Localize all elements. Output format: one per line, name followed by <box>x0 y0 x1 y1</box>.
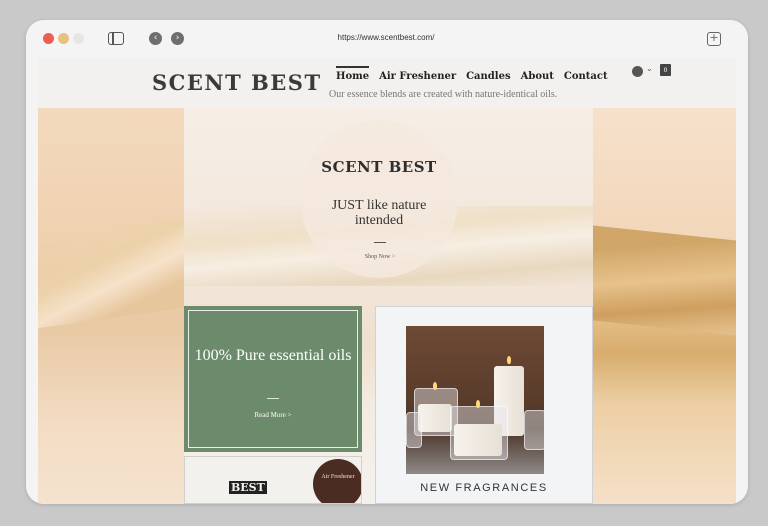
new-tab-icon[interactable]: + <box>707 32 721 46</box>
shop-now-link[interactable]: Shop Now > <box>338 254 422 260</box>
silk-background-left <box>38 108 184 504</box>
hero-divider <box>374 242 386 243</box>
menu-item-about[interactable]: About <box>521 70 554 86</box>
glass-jar <box>406 412 422 448</box>
forward-button[interactable]: › <box>171 32 184 45</box>
cart-icon[interactable]: 0 <box>660 64 671 76</box>
hero-subtitle: JUST like nature intended <box>331 198 427 228</box>
candles-photo <box>406 326 544 474</box>
read-more-link[interactable]: Read More > <box>234 411 312 419</box>
main-menu: Home Air Freshener Candles About Contact <box>336 66 618 86</box>
product-logo: BEST <box>229 481 267 494</box>
card-title: 100% Pure essential oils <box>194 347 352 364</box>
zoom-window-button[interactable] <box>73 33 84 44</box>
site-logo[interactable]: SCENT BEST <box>152 70 322 96</box>
browser-window: ‹ › https://www.scentbest.com/ + SCENT B… <box>26 20 748 504</box>
card-title: NEW FRAGRANCES <box>420 482 548 494</box>
minimize-window-button[interactable] <box>58 33 69 44</box>
candle-flame <box>507 356 511 364</box>
jar-candle <box>454 424 502 456</box>
silk-background-right <box>593 108 736 504</box>
chevron-down-icon[interactable]: ⌄ <box>646 64 653 73</box>
glass-jar <box>524 410 544 450</box>
card-divider <box>267 398 279 399</box>
jar-candle <box>418 404 452 432</box>
air-freshener-card[interactable]: BEST Air Freshener <box>184 456 362 504</box>
badge-label: Air Freshener <box>321 474 355 480</box>
new-fragrances-card[interactable]: NEW FRAGRANCES <box>375 306 593 504</box>
back-button[interactable]: ‹ <box>149 32 162 45</box>
menu-item-contact[interactable]: Contact <box>564 70 608 86</box>
site-header: SCENT BEST Home Air Freshener Candles Ab… <box>38 58 736 108</box>
hero-title: SCENT BEST <box>321 158 437 176</box>
address-bar[interactable]: https://www.scentbest.com/ <box>286 30 486 46</box>
close-window-button[interactable] <box>43 33 54 44</box>
browser-toolbar: ‹ › https://www.scentbest.com/ + <box>26 20 748 58</box>
candle-flame <box>433 382 437 390</box>
menu-item-air-freshener[interactable]: Air Freshener <box>379 70 456 86</box>
sidebar-toggle-icon[interactable] <box>108 32 124 45</box>
candle-flame <box>476 400 480 408</box>
card-frame <box>188 310 358 448</box>
site-tagline: Our essence blends are created with natu… <box>329 89 558 100</box>
product-badge <box>313 459 361 503</box>
essential-oils-card[interactable]: 100% Pure essential oils Read More > <box>184 306 362 452</box>
menu-item-home[interactable]: Home <box>336 66 370 86</box>
web-page: SCENT BEST Home Air Freshener Candles Ab… <box>38 58 736 504</box>
account-icon[interactable] <box>632 66 643 77</box>
menu-item-candles[interactable]: Candles <box>466 70 511 86</box>
